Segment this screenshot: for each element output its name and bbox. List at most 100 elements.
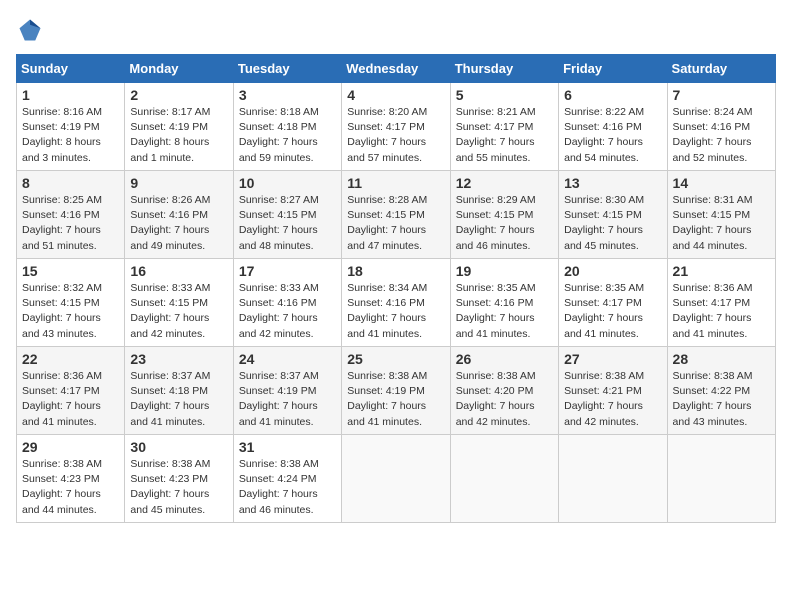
day-number: 4 bbox=[347, 87, 444, 103]
day-number: 25 bbox=[347, 351, 444, 367]
header-saturday: Saturday bbox=[667, 55, 775, 83]
header-tuesday: Tuesday bbox=[233, 55, 341, 83]
calendar-week-row: 1 Sunrise: 8:16 AM Sunset: 4:19 PM Dayli… bbox=[17, 83, 776, 171]
calendar-cell: 12 Sunrise: 8:29 AM Sunset: 4:15 PM Dayl… bbox=[450, 171, 558, 259]
day-info: Sunrise: 8:35 AM Sunset: 4:16 PM Dayligh… bbox=[456, 281, 553, 342]
day-info: Sunrise: 8:17 AM Sunset: 4:19 PM Dayligh… bbox=[130, 105, 227, 166]
day-info: Sunrise: 8:38 AM Sunset: 4:22 PM Dayligh… bbox=[673, 369, 770, 430]
day-number: 27 bbox=[564, 351, 661, 367]
calendar-cell: 3 Sunrise: 8:18 AM Sunset: 4:18 PM Dayli… bbox=[233, 83, 341, 171]
day-info: Sunrise: 8:38 AM Sunset: 4:23 PM Dayligh… bbox=[22, 457, 119, 518]
day-info: Sunrise: 8:38 AM Sunset: 4:23 PM Dayligh… bbox=[130, 457, 227, 518]
day-number: 29 bbox=[22, 439, 119, 455]
day-number: 5 bbox=[456, 87, 553, 103]
calendar-cell: 6 Sunrise: 8:22 AM Sunset: 4:16 PM Dayli… bbox=[559, 83, 667, 171]
day-number: 3 bbox=[239, 87, 336, 103]
day-info: Sunrise: 8:36 AM Sunset: 4:17 PM Dayligh… bbox=[673, 281, 770, 342]
calendar-cell: 14 Sunrise: 8:31 AM Sunset: 4:15 PM Dayl… bbox=[667, 171, 775, 259]
calendar-cell: 21 Sunrise: 8:36 AM Sunset: 4:17 PM Dayl… bbox=[667, 259, 775, 347]
header-thursday: Thursday bbox=[450, 55, 558, 83]
calendar-cell: 10 Sunrise: 8:27 AM Sunset: 4:15 PM Dayl… bbox=[233, 171, 341, 259]
day-number: 1 bbox=[22, 87, 119, 103]
day-number: 15 bbox=[22, 263, 119, 279]
day-number: 12 bbox=[456, 175, 553, 191]
day-info: Sunrise: 8:38 AM Sunset: 4:20 PM Dayligh… bbox=[456, 369, 553, 430]
day-number: 28 bbox=[673, 351, 770, 367]
day-info: Sunrise: 8:31 AM Sunset: 4:15 PM Dayligh… bbox=[673, 193, 770, 254]
day-info: Sunrise: 8:29 AM Sunset: 4:15 PM Dayligh… bbox=[456, 193, 553, 254]
calendar-cell: 25 Sunrise: 8:38 AM Sunset: 4:19 PM Dayl… bbox=[342, 347, 450, 435]
calendar-cell: 8 Sunrise: 8:25 AM Sunset: 4:16 PM Dayli… bbox=[17, 171, 125, 259]
day-info: Sunrise: 8:26 AM Sunset: 4:16 PM Dayligh… bbox=[130, 193, 227, 254]
day-info: Sunrise: 8:38 AM Sunset: 4:21 PM Dayligh… bbox=[564, 369, 661, 430]
day-info: Sunrise: 8:34 AM Sunset: 4:16 PM Dayligh… bbox=[347, 281, 444, 342]
header-friday: Friday bbox=[559, 55, 667, 83]
day-info: Sunrise: 8:30 AM Sunset: 4:15 PM Dayligh… bbox=[564, 193, 661, 254]
calendar-cell: 18 Sunrise: 8:34 AM Sunset: 4:16 PM Dayl… bbox=[342, 259, 450, 347]
day-number: 10 bbox=[239, 175, 336, 191]
calendar-cell: 24 Sunrise: 8:37 AM Sunset: 4:19 PM Dayl… bbox=[233, 347, 341, 435]
calendar-cell: 20 Sunrise: 8:35 AM Sunset: 4:17 PM Dayl… bbox=[559, 259, 667, 347]
calendar-week-row: 22 Sunrise: 8:36 AM Sunset: 4:17 PM Dayl… bbox=[17, 347, 776, 435]
calendar-cell: 7 Sunrise: 8:24 AM Sunset: 4:16 PM Dayli… bbox=[667, 83, 775, 171]
calendar-cell: 17 Sunrise: 8:33 AM Sunset: 4:16 PM Dayl… bbox=[233, 259, 341, 347]
day-number: 7 bbox=[673, 87, 770, 103]
day-number: 2 bbox=[130, 87, 227, 103]
day-info: Sunrise: 8:33 AM Sunset: 4:16 PM Dayligh… bbox=[239, 281, 336, 342]
day-number: 22 bbox=[22, 351, 119, 367]
day-info: Sunrise: 8:21 AM Sunset: 4:17 PM Dayligh… bbox=[456, 105, 553, 166]
calendar-cell: 4 Sunrise: 8:20 AM Sunset: 4:17 PM Dayli… bbox=[342, 83, 450, 171]
day-number: 14 bbox=[673, 175, 770, 191]
header-sunday: Sunday bbox=[17, 55, 125, 83]
day-number: 31 bbox=[239, 439, 336, 455]
calendar-cell bbox=[450, 435, 558, 523]
calendar-cell bbox=[342, 435, 450, 523]
calendar-week-row: 29 Sunrise: 8:38 AM Sunset: 4:23 PM Dayl… bbox=[17, 435, 776, 523]
logo-icon bbox=[16, 16, 44, 44]
day-info: Sunrise: 8:33 AM Sunset: 4:15 PM Dayligh… bbox=[130, 281, 227, 342]
day-info: Sunrise: 8:38 AM Sunset: 4:19 PM Dayligh… bbox=[347, 369, 444, 430]
day-info: Sunrise: 8:32 AM Sunset: 4:15 PM Dayligh… bbox=[22, 281, 119, 342]
day-number: 19 bbox=[456, 263, 553, 279]
calendar-cell: 9 Sunrise: 8:26 AM Sunset: 4:16 PM Dayli… bbox=[125, 171, 233, 259]
calendar-cell: 23 Sunrise: 8:37 AM Sunset: 4:18 PM Dayl… bbox=[125, 347, 233, 435]
calendar-cell: 29 Sunrise: 8:38 AM Sunset: 4:23 PM Dayl… bbox=[17, 435, 125, 523]
calendar-table: SundayMondayTuesdayWednesdayThursdayFrid… bbox=[16, 54, 776, 523]
calendar-cell: 28 Sunrise: 8:38 AM Sunset: 4:22 PM Dayl… bbox=[667, 347, 775, 435]
calendar-cell: 15 Sunrise: 8:32 AM Sunset: 4:15 PM Dayl… bbox=[17, 259, 125, 347]
calendar-cell: 22 Sunrise: 8:36 AM Sunset: 4:17 PM Dayl… bbox=[17, 347, 125, 435]
calendar-cell: 5 Sunrise: 8:21 AM Sunset: 4:17 PM Dayli… bbox=[450, 83, 558, 171]
calendar-cell: 31 Sunrise: 8:38 AM Sunset: 4:24 PM Dayl… bbox=[233, 435, 341, 523]
day-info: Sunrise: 8:35 AM Sunset: 4:17 PM Dayligh… bbox=[564, 281, 661, 342]
header-wednesday: Wednesday bbox=[342, 55, 450, 83]
calendar-cell: 26 Sunrise: 8:38 AM Sunset: 4:20 PM Dayl… bbox=[450, 347, 558, 435]
calendar-cell: 30 Sunrise: 8:38 AM Sunset: 4:23 PM Dayl… bbox=[125, 435, 233, 523]
calendar-cell: 19 Sunrise: 8:35 AM Sunset: 4:16 PM Dayl… bbox=[450, 259, 558, 347]
day-info: Sunrise: 8:36 AM Sunset: 4:17 PM Dayligh… bbox=[22, 369, 119, 430]
day-info: Sunrise: 8:37 AM Sunset: 4:19 PM Dayligh… bbox=[239, 369, 336, 430]
day-number: 16 bbox=[130, 263, 227, 279]
day-number: 21 bbox=[673, 263, 770, 279]
day-number: 30 bbox=[130, 439, 227, 455]
day-number: 17 bbox=[239, 263, 336, 279]
calendar-cell: 13 Sunrise: 8:30 AM Sunset: 4:15 PM Dayl… bbox=[559, 171, 667, 259]
day-info: Sunrise: 8:24 AM Sunset: 4:16 PM Dayligh… bbox=[673, 105, 770, 166]
calendar-cell: 27 Sunrise: 8:38 AM Sunset: 4:21 PM Dayl… bbox=[559, 347, 667, 435]
day-info: Sunrise: 8:28 AM Sunset: 4:15 PM Dayligh… bbox=[347, 193, 444, 254]
day-number: 18 bbox=[347, 263, 444, 279]
calendar-week-row: 15 Sunrise: 8:32 AM Sunset: 4:15 PM Dayl… bbox=[17, 259, 776, 347]
day-number: 8 bbox=[22, 175, 119, 191]
day-number: 26 bbox=[456, 351, 553, 367]
calendar-cell bbox=[667, 435, 775, 523]
calendar-cell: 2 Sunrise: 8:17 AM Sunset: 4:19 PM Dayli… bbox=[125, 83, 233, 171]
calendar-cell bbox=[559, 435, 667, 523]
calendar-cell: 1 Sunrise: 8:16 AM Sunset: 4:19 PM Dayli… bbox=[17, 83, 125, 171]
day-info: Sunrise: 8:25 AM Sunset: 4:16 PM Dayligh… bbox=[22, 193, 119, 254]
page-header bbox=[16, 16, 776, 44]
day-number: 11 bbox=[347, 175, 444, 191]
day-info: Sunrise: 8:16 AM Sunset: 4:19 PM Dayligh… bbox=[22, 105, 119, 166]
day-info: Sunrise: 8:22 AM Sunset: 4:16 PM Dayligh… bbox=[564, 105, 661, 166]
day-info: Sunrise: 8:18 AM Sunset: 4:18 PM Dayligh… bbox=[239, 105, 336, 166]
calendar-cell: 16 Sunrise: 8:33 AM Sunset: 4:15 PM Dayl… bbox=[125, 259, 233, 347]
day-info: Sunrise: 8:20 AM Sunset: 4:17 PM Dayligh… bbox=[347, 105, 444, 166]
